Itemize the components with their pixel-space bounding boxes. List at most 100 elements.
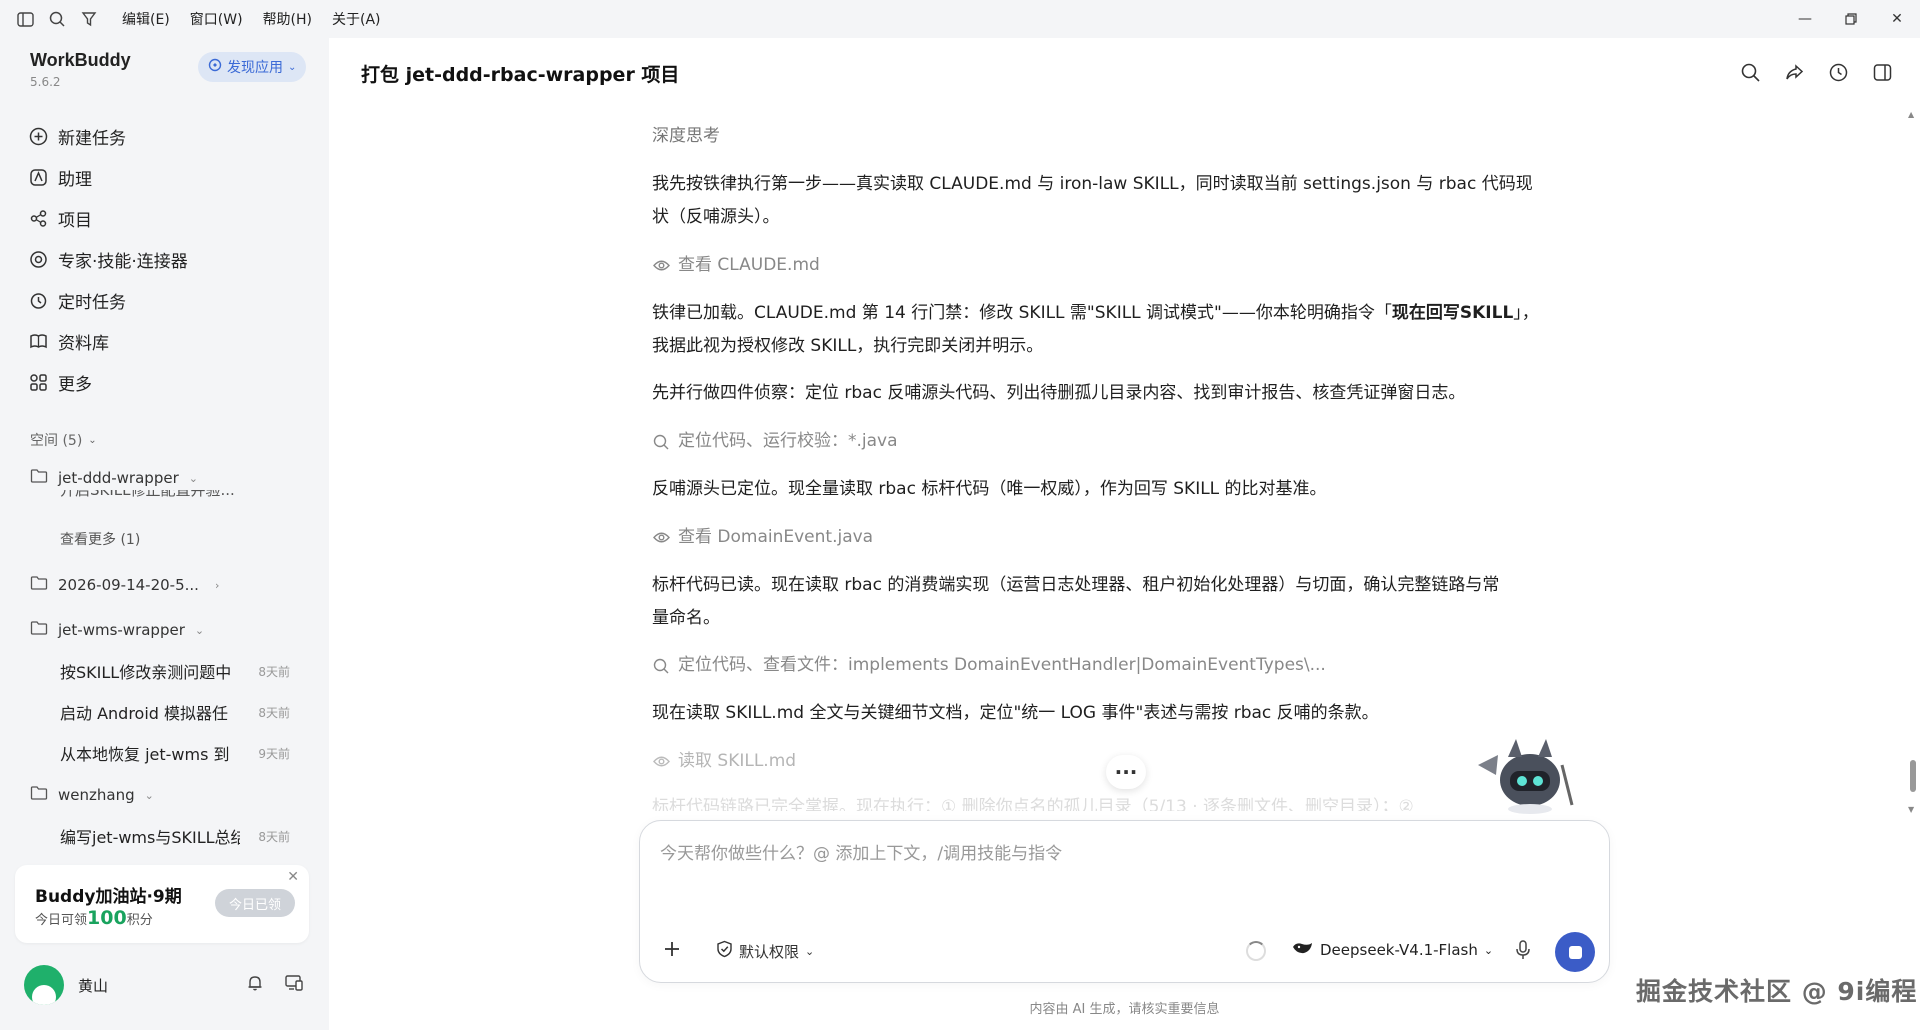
nav-more[interactable]: 更多 [28,362,318,403]
avatar[interactable] [24,965,64,1005]
brand: WorkBuddy 5.6.2 [30,50,131,89]
message-text: 我据此视为授权修改 SKILL，执行完即关闭并明示。 [652,336,1044,356]
message-text-bold: 现在回写SKILL [1391,303,1514,323]
menu-about[interactable]: 关于(A) [332,9,381,29]
task-item[interactable]: 从本地恢复 jet-wms 到 9天前 [60,741,290,765]
folder-jet-wms-wrapper[interactable]: jet-wms-wrapper ⌄ [30,620,204,640]
menu-help[interactable]: 帮助(H) [263,9,312,29]
chevron-down-icon: ⌄ [1483,943,1494,957]
discover-apps-button[interactable]: 发现应用 ⌄ [198,52,307,82]
model-selector[interactable]: Deepseek-V4.1-Flash ⌄ [1292,940,1493,960]
task-item[interactable]: 编写jet-wms与SKILL总结 8天前 [60,824,290,848]
share-icon[interactable] [1784,62,1804,82]
promo-subtitle: 今日可领100积分 [35,907,153,929]
message-text-faded: 标杆代码链路已完全掌握。现在执行：① 删除你点名的孤儿目录（5/13 · 逐条删… [652,797,1414,811]
task-label: 按SKILL修改亲测问题中 [60,663,232,682]
bell-icon[interactable] [246,974,264,996]
eye-icon [652,257,670,275]
minimize-button[interactable]: — [1782,0,1828,38]
nav-skills[interactable]: 专家·技能·连接器 [28,239,318,280]
permission-dropdown[interactable]: 默认权限 ⌄ [716,940,814,962]
chevron-right-icon: › [214,578,220,592]
panel-toggle-icon[interactable] [1872,62,1892,82]
search-icon[interactable] [48,10,66,28]
view-more-link[interactable]: 查看更多 (1) [60,529,140,549]
nav-label: 项目 [58,211,92,231]
promo-sub-suffix: 积分 [126,913,153,928]
chevron-down-icon: ⌄ [194,623,205,637]
search-icon[interactable] [1740,62,1760,82]
user-bar: 黄山 [24,962,304,1008]
task-item[interactable]: 按SKILL修改亲测问题中 8天前 [60,659,290,683]
history-icon[interactable] [1828,62,1848,82]
plus-circle-icon [28,127,48,147]
folder-wenzhang[interactable]: wenzhang ⌄ [30,785,154,805]
tool-call[interactable]: 定位代码、运行校验：*.java [652,425,1592,458]
main-nav: 新建任务 助理 项目 专家·技能·连接器 定时任务 资料库 更多 [28,116,318,403]
restore-button[interactable] [1828,0,1874,38]
nav-label: 新建任务 [58,129,126,149]
nav-label: 更多 [58,375,92,395]
nav-projects[interactable]: 项目 [28,198,318,239]
task-time: 8天前 [258,829,290,844]
close-icon[interactable]: ✕ [287,869,299,885]
message-text: 我先按铁律执行第一步——真实读取 CLAUDE.md 与 iron-law SK… [652,174,1533,194]
message-text-part: 」， [1513,303,1539,323]
apps-icon [208,58,222,76]
promo-sub-prefix: 今日可领 [35,913,88,928]
eye-icon [652,753,670,771]
tool-call[interactable]: 查看 DomainEvent.java [652,521,1592,554]
nav-new-task[interactable]: 新建任务 [28,116,318,157]
stop-generation-button[interactable] [1555,932,1595,972]
task-label: 从本地恢复 jet-wms 到 [60,745,230,764]
message-text: 铁律已加载。CLAUDE.md 第 14 行门禁：修改 SKILL 需"SKIL… [652,297,1592,330]
tool-call[interactable]: 定位代码、查看文件：implements DomainEventHandler|… [652,649,1592,682]
folder-name: jet-wms-wrapper [58,621,185,639]
filter-icon[interactable] [80,10,98,28]
tool-call-label: 读取 SKILL.md [678,751,797,771]
chevron-down-icon: ⌄ [188,471,198,485]
book-icon [28,332,48,352]
close-window-button[interactable]: ✕ [1874,0,1920,38]
scroll-up-icon[interactable]: ▲ [1908,110,1914,119]
menu-window[interactable]: 窗口(W) [190,9,243,29]
microphone-icon[interactable] [1515,939,1531,965]
main-header: 打包 jet-ddd-rbac-wrapper 项目 [329,38,1920,110]
folder-name: wenzhang [58,786,135,804]
menu-edit[interactable]: 编辑(E) [122,9,170,29]
claimed-button[interactable]: 今日已领 [215,889,295,917]
nav-assistant[interactable]: 助理 [28,157,318,198]
space-header[interactable]: 空间 (5) ⌄ [30,430,97,450]
brand-name: WorkBuddy [30,50,131,70]
message-text-part: 铁律已加载。CLAUDE.md 第 14 行门禁：修改 SKILL 需"SKIL… [652,303,1392,323]
nav-scheduled[interactable]: 定时任务 [28,280,318,321]
tool-call-label: 查看 CLAUDE.md [678,255,820,275]
task-label: 编写jet-wms与SKILL总结 [60,828,240,847]
thinking-label[interactable]: 深度思考 [652,120,1592,153]
title-bar: 编辑(E) 窗口(W) 帮助(H) 关于(A) — ✕ [0,0,1920,38]
space-label: 空间 (5) [30,433,83,449]
folder-jet-ddd-wrapper[interactable]: jet-ddd-wrapper ⌄ [30,468,198,488]
devices-icon[interactable] [284,974,304,996]
watermark: 掘金技术社区 @ 9i编程 [1636,977,1918,1006]
clock-icon [28,291,48,311]
nav-label: 助理 [58,170,92,190]
scroll-thumb[interactable] [1910,760,1916,792]
project-icon [28,209,48,229]
chat-input[interactable]: 今天帮你做些什么？@ 添加上下文，/调用技能与指令 [660,839,1062,864]
more-options-button[interactable]: ··· [1106,755,1146,789]
folder-icon [30,575,48,595]
promo-card: Buddy加油站·9期 今日可领100积分 今日已领 ✕ [15,865,309,943]
user-name: 黄山 [78,976,109,995]
task-time: 8天前 [258,664,290,679]
sidebar-toggle-icon[interactable] [16,10,34,28]
add-attachment-button[interactable] [662,937,682,965]
scroll-down-icon[interactable]: ▼ [1908,805,1914,814]
nav-library[interactable]: 资料库 [28,321,318,362]
chat-scrollbar[interactable]: ▲ ▼ [1908,110,1918,825]
task-item[interactable]: 启动 Android 模拟器任 8天前 [60,700,290,724]
ai-disclaimer: 内容由 AI 生成，请核实重要信息 [1029,1002,1220,1017]
tool-call[interactable]: 查看 CLAUDE.md [652,249,1592,282]
folder-2026-09-14[interactable]: 2026-09-14-20-5... › [30,575,219,595]
discover-apps-label: 发现应用 [227,60,283,76]
